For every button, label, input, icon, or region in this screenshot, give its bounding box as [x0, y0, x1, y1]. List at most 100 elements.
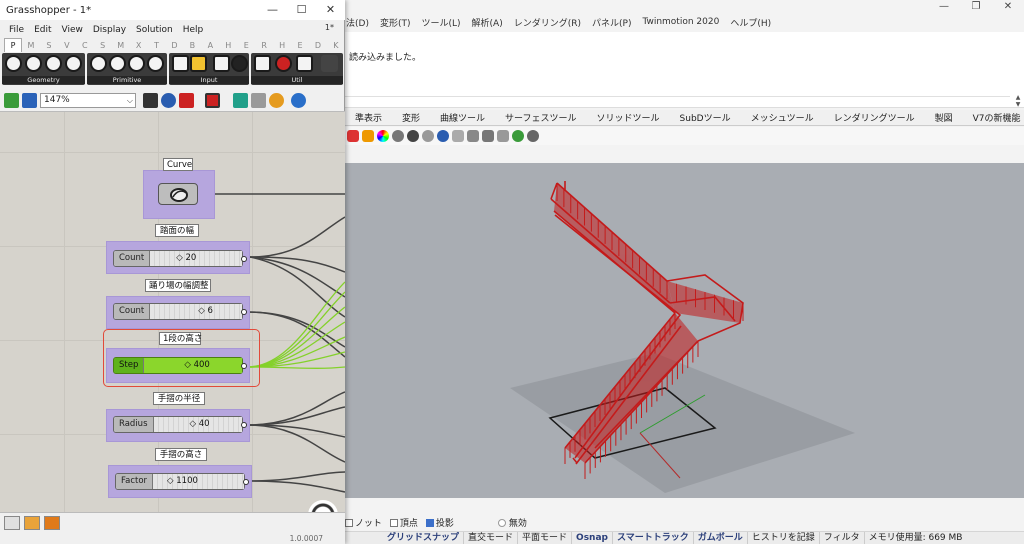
- gh-canvas[interactable]: Curve 踏面の幅 Count ◇ 20 踊り場の幅調整 Count ◇ 6: [0, 112, 345, 512]
- scroll-up-icon[interactable]: ▲: [1016, 94, 1021, 101]
- rhino-menu-item[interactable]: ヘルプ(H): [730, 16, 771, 29]
- rhino-tab[interactable]: レンダリングツール: [824, 111, 925, 124]
- rhino-tab[interactable]: 製図: [925, 111, 963, 124]
- close-icon[interactable]: ✕: [316, 0, 345, 20]
- zoom-extents-icon[interactable]: [143, 93, 158, 108]
- slider-step-selected[interactable]: Step ◇ 400: [113, 357, 247, 374]
- rhino-menu-item[interactable]: 法(D): [346, 16, 369, 29]
- output-grip[interactable]: [243, 479, 249, 485]
- rhino-menu-item[interactable]: 変形(T): [380, 16, 411, 29]
- circle-param-icon[interactable]: [45, 55, 62, 72]
- output-grip[interactable]: [241, 256, 247, 262]
- osnap-knot[interactable]: ノット: [345, 516, 382, 529]
- rhino-menu-item[interactable]: 解析(A): [472, 16, 503, 29]
- button-icon[interactable]: [231, 55, 248, 72]
- minimize-icon[interactable]: —: [258, 0, 287, 20]
- gh-tab[interactable]: S: [94, 41, 112, 50]
- preview-eye-icon[interactable]: [161, 93, 176, 108]
- color-wheel-icon[interactable]: [377, 130, 389, 142]
- mesh-param-icon[interactable]: [65, 55, 82, 72]
- perspective-viewport[interactable]: [345, 163, 1024, 498]
- sphere-icon[interactable]: [392, 130, 404, 142]
- status-record-history[interactable]: ヒストリを記録: [748, 531, 820, 544]
- status-osnap[interactable]: Osnap: [572, 531, 613, 544]
- open-file-icon[interactable]: [4, 93, 19, 108]
- maximize-icon[interactable]: ☐: [287, 0, 316, 20]
- gh-tab[interactable]: M: [22, 41, 40, 50]
- rhino-menu-item[interactable]: パネル(P): [592, 16, 631, 29]
- clusters-icon[interactable]: [24, 516, 40, 530]
- slider-count-landing[interactable]: Count ◇ 6: [113, 303, 247, 320]
- slider-factor[interactable]: Factor ◇ 1100: [115, 473, 249, 490]
- rhino-tab[interactable]: サーフェスツール: [495, 111, 586, 124]
- gh-tab[interactable]: D: [166, 41, 184, 50]
- preview-mode-icon[interactable]: [205, 93, 220, 108]
- data-icon[interactable]: [90, 55, 107, 72]
- bake-icon[interactable]: [233, 93, 248, 108]
- frame-icon[interactable]: [467, 130, 479, 142]
- gh-tab[interactable]: E: [291, 41, 309, 50]
- material-icon[interactable]: [362, 130, 374, 142]
- galapagos-icon[interactable]: [254, 55, 271, 72]
- status-grid-snap[interactable]: グリッドスナップ: [383, 531, 465, 544]
- scroll-down-icon[interactable]: ▼: [1016, 101, 1021, 108]
- slider-track[interactable]: ◇ 6: [150, 304, 242, 319]
- gh-menu-solution[interactable]: Solution: [131, 25, 178, 35]
- gh-tab[interactable]: C: [76, 41, 94, 50]
- arrow-right-icon[interactable]: [321, 55, 338, 72]
- rhino-tab[interactable]: V7の新機能: [963, 111, 1024, 124]
- gh-tab[interactable]: K: [327, 41, 345, 50]
- display-sphere-icon[interactable]: [291, 93, 306, 108]
- number-icon[interactable]: [109, 55, 126, 72]
- curve-param-icon[interactable]: [25, 55, 42, 72]
- material-sphere-icon[interactable]: [269, 93, 284, 108]
- sphere-blue-icon[interactable]: [437, 130, 449, 142]
- gh-tab[interactable]: X: [130, 41, 148, 50]
- rhino-tab[interactable]: メッシュツール: [741, 111, 824, 124]
- frame-icon[interactable]: [497, 130, 509, 142]
- sketch-pen-icon[interactable]: [179, 93, 194, 108]
- toggle-icon[interactable]: [213, 55, 230, 72]
- gh-tab[interactable]: M: [112, 41, 130, 50]
- rhino-tab[interactable]: ソリッドツール: [587, 111, 670, 124]
- zoom-dropdown[interactable]: 147% ⌵: [40, 93, 136, 108]
- gh-menu-view[interactable]: View: [57, 25, 88, 35]
- point-icon[interactable]: [5, 55, 22, 72]
- slider-track[interactable]: ◇ 1100: [153, 474, 244, 489]
- globe-icon[interactable]: [512, 130, 524, 142]
- osnap-disable[interactable]: 無効: [497, 516, 527, 529]
- cluster-icon[interactable]: [296, 55, 313, 72]
- osnap-project[interactable]: 投影: [425, 516, 454, 529]
- gh-tab[interactable]: V: [58, 41, 76, 50]
- output-grip[interactable]: [241, 422, 247, 428]
- gh-menu-file[interactable]: File: [4, 25, 29, 35]
- slider-count-tread[interactable]: Count ◇ 20: [113, 250, 247, 267]
- command-scrollbar[interactable]: ▲ ▼: [1012, 94, 1024, 108]
- save-file-icon[interactable]: [22, 93, 37, 108]
- gh-tab[interactable]: H: [219, 41, 237, 50]
- panel-icon[interactable]: [190, 55, 207, 72]
- autosave-icon[interactable]: [44, 516, 60, 530]
- sphere-dark-icon[interactable]: [407, 130, 419, 142]
- gh-menu-display[interactable]: Display: [88, 25, 131, 35]
- status-smarttrack[interactable]: スマートトラック: [613, 531, 694, 544]
- slider-track[interactable]: ◇ 20: [150, 251, 242, 266]
- slider-track[interactable]: ◇ 400: [144, 358, 242, 373]
- gh-tab[interactable]: T: [148, 41, 166, 50]
- gh-menu-edit[interactable]: Edit: [29, 25, 56, 35]
- gh-tab[interactable]: B: [183, 41, 201, 50]
- slider-track[interactable]: ◇ 40: [153, 417, 242, 432]
- gh-tab[interactable]: E: [237, 41, 255, 50]
- number-slider-icon[interactable]: [172, 55, 189, 72]
- command-input[interactable]: [345, 96, 1010, 108]
- status-gumball[interactable]: ガムボール: [694, 531, 748, 544]
- rhino-menu-item[interactable]: Twinmotion 2020: [642, 17, 719, 27]
- render-settings-icon[interactable]: [452, 130, 464, 142]
- minimize-icon[interactable]: —: [928, 0, 960, 14]
- render-mode-icon[interactable]: [347, 130, 359, 142]
- output-grip[interactable]: [241, 363, 247, 369]
- gh-tab[interactable]: R: [255, 41, 273, 50]
- restore-icon[interactable]: ❐: [960, 0, 992, 14]
- gh-doc-indicator[interactable]: 1*: [320, 23, 339, 32]
- gh-tab[interactable]: P: [4, 38, 22, 52]
